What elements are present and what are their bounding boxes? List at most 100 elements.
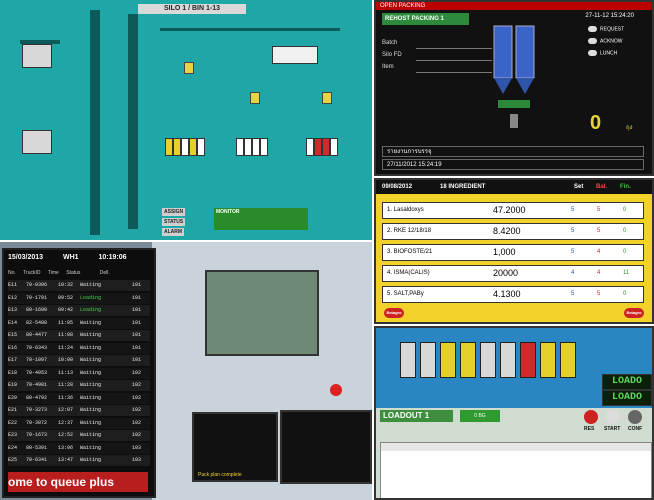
queue-cell-time: 11:24 <box>58 344 74 351</box>
loadout-status: 0 BG <box>460 410 500 422</box>
assign-button[interactable]: ASSIGN <box>162 208 186 216</box>
ingredient-set: 5 <box>571 228 575 234</box>
col-time: Time <box>47 270 59 276</box>
queue-cell-no: E13 <box>8 307 18 313</box>
queue-cell-status: Loading <box>80 294 102 301</box>
bag-silo <box>440 342 456 378</box>
queue-cell-no: E23 <box>8 432 18 438</box>
field-line <box>416 48 492 49</box>
loadout-table[interactable] <box>380 442 652 498</box>
option-request[interactable]: REQUEST <box>588 26 624 32</box>
mixer <box>272 46 318 64</box>
queue-cell-dell: 101 <box>132 294 142 301</box>
monitor-panel[interactable]: MONITOR <box>214 208 308 230</box>
queue-cell-status: Waiting <box>80 319 102 326</box>
alarm-button[interactable]: ALARM <box>162 228 185 236</box>
window-title: OPEN PACKING <box>376 2 652 10</box>
wall-poster <box>205 270 319 356</box>
packing-datetime: 27-11-12 15:24:20 <box>585 13 634 19</box>
bag-silo <box>400 342 416 378</box>
ingredient-row[interactable]: 4. ISMA(CALIS) 20000 4 4 11 <box>382 265 644 282</box>
ingredient-row[interactable]: 3. BIOFOSTE/21 1,000 5 4 0 <box>382 244 644 261</box>
scada-title: SILO 1 / BIN 1-13 <box>138 4 246 14</box>
queue-cell-no: E12 <box>8 294 18 301</box>
queue-cell-status: Waiting <box>80 332 102 338</box>
col-set: Set <box>574 184 584 190</box>
queue-cell-truck: 70-6343 <box>26 344 48 351</box>
start-button[interactable] <box>606 410 620 424</box>
packing-silo-graphic <box>493 25 535 128</box>
queue-cell-time: 12:52 <box>58 432 74 438</box>
col-bal: Bal. <box>596 184 608 190</box>
scale-tank <box>322 92 332 104</box>
queue-row: E20 80-4792 11:36 Waiting 102 <box>8 392 150 404</box>
queue-cell-time: 09:42 <box>58 307 74 313</box>
ingredient-name: 3. BIOFOSTE/21 <box>387 249 433 255</box>
bag-silo <box>480 342 496 378</box>
monitor-caption: Pack plan complete <box>198 472 242 478</box>
alarm-light <box>330 384 342 396</box>
queue-cell-status: Waiting <box>80 457 102 463</box>
queue-cell-status: Waiting <box>80 344 102 351</box>
queue-cell-no: E21 <box>8 407 18 413</box>
queue-photo: Pack plan complete 15/03/2013 WH1 10:19:… <box>0 242 372 500</box>
field-label: Item <box>382 64 394 70</box>
queue-row: E22 70-3072 12:37 Waiting 102 <box>8 417 150 429</box>
field-label: Silo FD <box>382 52 402 58</box>
queue-cell-truck: 80-4792 <box>26 394 48 401</box>
queue-cell-no: E16 <box>8 344 18 351</box>
queue-row: E19 70-4981 11:28 Waiting 102 <box>8 380 150 391</box>
col-fin: Fin. <box>620 184 631 190</box>
ingredient-row[interactable]: 5. SALT,PABy 4.1300 5 5 0 <box>382 286 644 303</box>
queue-cell-no: E18 <box>8 369 18 376</box>
queue-board: 15/03/2013 WH1 10:19:06 No. TruckID Time… <box>2 248 156 498</box>
queue-cell-truck: 70-3072 <box>26 419 48 426</box>
status-button[interactable]: STATUS <box>162 218 186 226</box>
packing-panel: OPEN PACKING REHOST PACKING 1 27-11-12 1… <box>374 0 654 176</box>
packing-header: REHOST PACKING 1 <box>382 13 469 25</box>
queue-cell-time: 12:07 <box>58 407 74 413</box>
radio-icon <box>588 50 597 56</box>
ingredient-fin: 11 <box>623 270 630 276</box>
queue-row: E21 70-3273 12:07 Waiting 102 <box>8 405 150 416</box>
queue-cell-dell: 102 <box>132 369 142 376</box>
ingredient-weight: 20000 <box>493 268 519 278</box>
queue-cell-no: E17 <box>8 357 18 363</box>
queue-cell-status: Waiting <box>80 432 102 438</box>
queue-cell-dell: 103 <box>132 457 142 463</box>
queue-cell-truck: 70-3273 <box>26 407 48 413</box>
confirm-button[interactable] <box>628 410 642 424</box>
queue-cell-dell: 102 <box>132 419 142 426</box>
wall-monitor: Pack plan complete <box>192 412 278 482</box>
queue-cell-truck: 70-4981 <box>26 382 48 388</box>
ingredient-fin: 0 <box>623 291 627 297</box>
queue-row: E24 80-5391 13:06 Waiting 103 <box>8 442 150 454</box>
ingredient-bal: 5 <box>597 207 601 213</box>
queue-clock: 10:19:06 <box>98 254 127 261</box>
queue-cell-truck: 70-1791 <box>26 294 48 301</box>
scale-tank <box>184 62 194 74</box>
col-status: Status <box>66 270 81 276</box>
queue-cell-truck: 70-4953 <box>26 369 48 376</box>
queue-row: E11 70-0306 10:32 Waiting 101 <box>8 280 150 291</box>
ingredient-row[interactable]: 1. Lasaldoxys 47.2000 5 5 0 <box>382 202 644 219</box>
queue-cell-time: 11:08 <box>58 332 74 338</box>
confirm-label: CONF <box>628 426 643 432</box>
queue-cell-no: E20 <box>8 394 18 401</box>
queue-cell-dell: 101 <box>132 332 142 338</box>
wall-monitor <box>280 410 372 484</box>
queue-cell-dell: 101 <box>132 319 142 326</box>
reset-button[interactable] <box>584 410 598 424</box>
queue-row: E23 70-1673 12:52 Waiting 102 <box>8 430 150 441</box>
ingredient-row[interactable]: 2. RKE 12/18/18 8.4200 5 5 0 <box>382 223 644 240</box>
queue-row: E13 80-1690 09:42 Loading 101 <box>8 305 150 316</box>
option-acknow[interactable]: ACKNOW <box>588 38 623 44</box>
queue-cell-status: Waiting <box>80 419 102 426</box>
queue-cell-time: 10:00 <box>58 357 74 363</box>
option-lunch[interactable]: LUNCH <box>588 50 617 56</box>
queue-cell-status: Waiting <box>80 282 102 288</box>
bag-silo <box>540 342 556 378</box>
bag-count: 0 <box>590 112 602 134</box>
ingredient-fin: 0 <box>623 228 627 234</box>
queue-cell-time: 12:37 <box>58 419 74 426</box>
